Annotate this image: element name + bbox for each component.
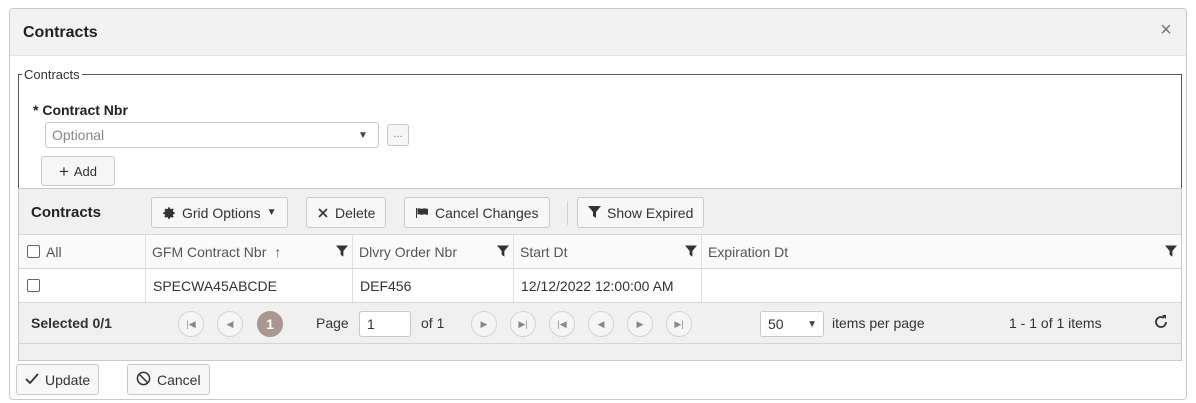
gfm-contract-nbr-cell: SPECWA45ABCDE [145,269,352,302]
grid-header-row: All GFM Contract Nbr ↑ Dlvry Order Nbr S… [19,235,1181,269]
cancel-label: Cancel [157,371,201,388]
grid-options-button[interactable]: Grid Options ▼ [151,197,288,228]
last-page-icon[interactable]: ▶| [666,311,692,337]
dialog-titlebar: Contracts × [10,9,1186,56]
ban-icon [136,371,151,389]
show-expired-button[interactable]: Show Expired [577,197,705,228]
first-page-icon[interactable]: |◀ [178,311,204,337]
fieldset-legend: Contracts [24,67,80,82]
refresh-icon[interactable] [1153,314,1169,333]
delete-label: Delete [335,204,376,221]
last-page-icon[interactable]: ▶| [510,311,536,337]
grid-title: Contracts [31,204,102,221]
show-expired-label: Show Expired [607,204,694,221]
prev-page-icon[interactable]: ◀ [588,311,614,337]
column-header-gfm-contract-nbr[interactable]: GFM Contract Nbr ↑ [145,235,352,268]
select-all-checkbox[interactable] [27,245,40,258]
delete-button[interactable]: Delete [306,197,387,228]
funnel-icon[interactable] [1165,245,1177,261]
prev-page-icon[interactable]: ◀ [217,311,243,337]
funnel-icon [588,206,601,219]
column-header-start-dt[interactable]: Start Dt [513,235,701,268]
column-header-expiration-dt[interactable]: Expiration Dt [701,235,1181,268]
start-dt-cell: 12/12/2022 12:00:00 AM [513,269,701,302]
contracts-grid: Contracts Grid Options ▼ Delete Cancel C… [18,188,1182,361]
update-label: Update [45,371,91,388]
select-all-label: All [46,243,62,260]
contracts-fieldset: Contracts * Contract Nbr Optional ▼ ... … [18,67,1182,197]
contract-nbr-label: * Contract Nbr [33,102,128,118]
expiration-dt-header: Expiration Dt [708,243,789,260]
cancel-changes-button[interactable]: Cancel Changes [404,197,550,228]
plus-icon: + [58,161,69,181]
selected-count: Selected 0/1 [31,315,112,331]
flag-icon [415,207,429,219]
select-all-header[interactable]: All [19,235,145,268]
contracts-dialog: Contracts × Contracts * Contract Nbr Opt… [9,8,1187,400]
caret-down-icon: ▼ [266,207,277,218]
page-label: Page [316,315,349,331]
dlvry-order-nbr-cell: DEF456 [352,269,513,302]
grid-pager: Selected 0/1 |◀ ◀ 1 Page 1 of 1 ▶ ▶| |◀ … [19,303,1181,344]
checkmark-icon [25,372,39,388]
gfm-contract-nbr-header: GFM Contract Nbr [152,243,267,260]
close-icon[interactable]: × [1156,20,1176,40]
gear-icon [162,206,176,220]
next-page-icon[interactable]: ▶ [627,311,653,337]
current-page-button[interactable]: 1 [257,311,283,337]
start-dt-header: Start Dt [520,243,568,260]
page-number-input[interactable]: 1 [359,311,411,337]
row-select-cell[interactable] [19,269,145,302]
contract-nbr-combobox[interactable]: Optional ▼ [45,122,379,148]
cancel-changes-label: Cancel Changes [435,204,539,221]
dlvry-order-nbr-header: Dlvry Order Nbr [359,243,458,260]
expiration-dt-cell [701,269,1181,302]
dropdown-arrow-icon: ▼ [807,319,817,330]
sort-arrow-up-icon: ↑ [274,243,282,260]
dropdown-arrow-icon[interactable]: ▼ [348,123,378,147]
items-per-page-label: items per page [832,315,925,331]
add-button-label: Add [73,163,98,179]
add-button[interactable]: + Add [41,156,115,186]
column-header-dlvry-order-nbr[interactable]: Dlvry Order Nbr [352,235,513,268]
page-size-value: 50 [768,316,784,332]
funnel-icon[interactable] [685,245,697,261]
toolbar-separator [567,201,568,225]
page-size-select[interactable]: 50 ▼ [760,311,824,337]
update-button[interactable]: Update [16,364,100,395]
next-page-icon[interactable]: ▶ [471,311,497,337]
funnel-icon[interactable] [497,245,509,261]
lookup-ellipsis-button[interactable]: ... [387,124,409,146]
cancel-button[interactable]: Cancel [127,364,210,395]
page-of-label: of 1 [421,315,445,331]
dialog-title: Contracts [23,24,98,41]
contract-nbr-placeholder: Optional [52,127,105,143]
funnel-icon[interactable] [336,245,348,261]
grid-footer-strip [19,344,1181,360]
grid-options-label: Grid Options [182,204,261,221]
items-summary: 1 - 1 of 1 items [1009,315,1102,331]
x-icon [317,207,329,219]
table-row[interactable]: SPECWA45ABCDE DEF456 12/12/2022 12:00:00… [19,269,1181,303]
grid-toolbar: Contracts Grid Options ▼ Delete Cancel C… [19,189,1181,235]
first-page-icon[interactable]: |◀ [549,311,575,337]
row-checkbox[interactable] [27,279,40,292]
